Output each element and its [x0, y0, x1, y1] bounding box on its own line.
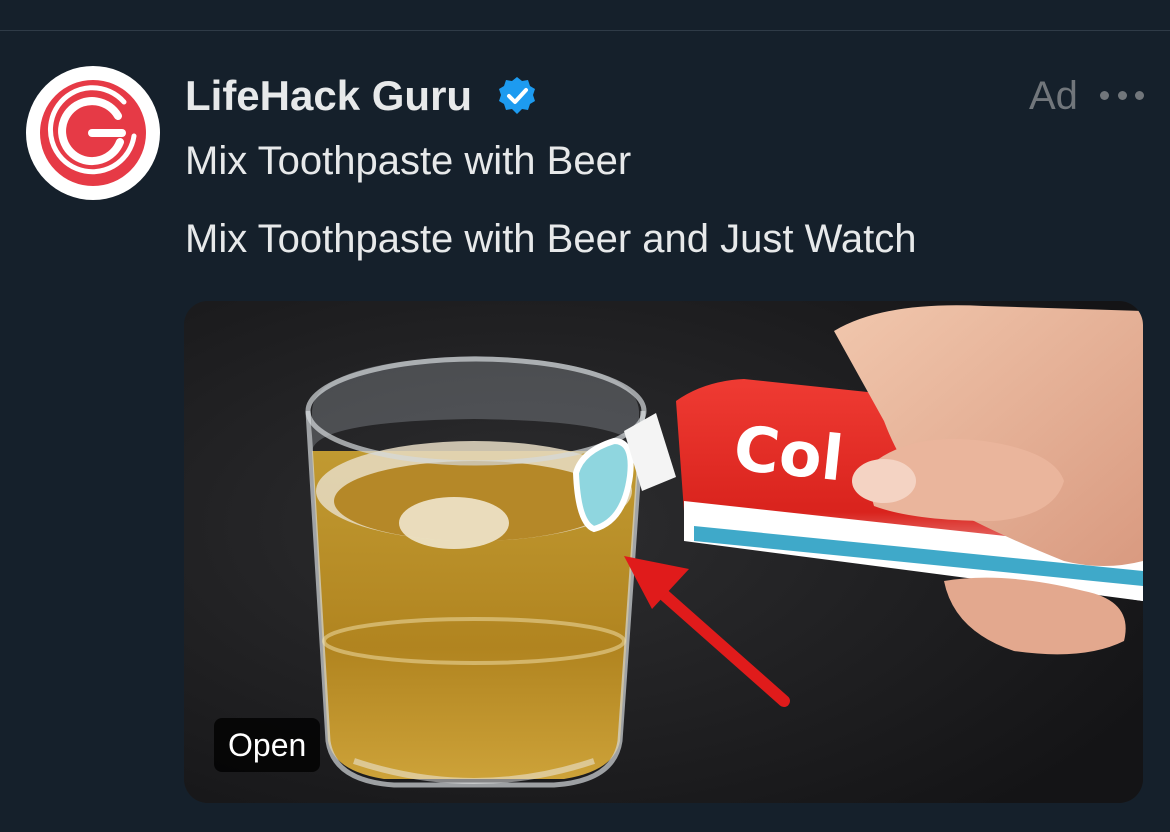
- ad-media-image[interactable]: Col: [184, 301, 1143, 803]
- advertiser-name[interactable]: LifeHack Guru: [185, 70, 472, 122]
- ad-tweet: LifeHack Guru Ad Mix Toothpaste with Bee…: [0, 0, 1170, 832]
- g-logo-icon: [40, 80, 146, 186]
- tube-brand-text: Col: [730, 411, 846, 495]
- more-options-icon[interactable]: [1100, 88, 1144, 102]
- avatar[interactable]: [26, 66, 160, 200]
- verified-badge-icon: [497, 76, 537, 116]
- beer-toothpaste-illustration: Col: [184, 301, 1143, 803]
- ad-body-text: Mix Toothpaste with Beer and Just Watch: [185, 217, 917, 261]
- top-divider: [0, 30, 1170, 31]
- ad-headline: Mix Toothpaste with Beer: [185, 139, 632, 183]
- ad-label: Ad: [1029, 74, 1078, 118]
- open-button[interactable]: Open: [214, 718, 321, 772]
